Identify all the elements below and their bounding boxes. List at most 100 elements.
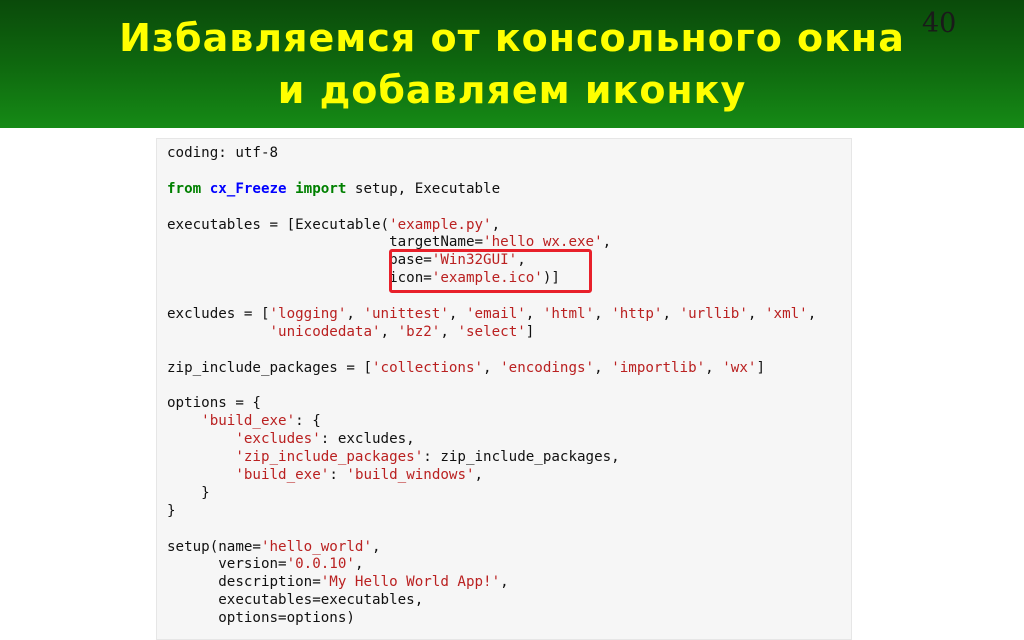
- code-line-16: 'build_exe': {: [167, 413, 816, 431]
- code-text: ,: [807, 306, 817, 323]
- code-text: ,: [747, 306, 765, 323]
- string-literal: 'zip_include_packages': [235, 449, 424, 466]
- string-literal: 'select': [457, 323, 526, 340]
- code-text: ,: [448, 306, 466, 323]
- keyword-import: import: [295, 180, 347, 197]
- slide-header: Избавляемся от консольного окна и добавл…: [0, 0, 1024, 128]
- string-literal: 'build_windows': [346, 467, 475, 484]
- string-literal: 'bz2': [397, 323, 441, 340]
- code-line-19: 'build_exe': 'build_windows',: [167, 467, 816, 485]
- code-text: executables=executables,: [167, 592, 424, 609]
- code-text: coding: utf-8: [167, 145, 279, 161]
- string-literal: 'build_exe': [201, 413, 296, 430]
- code-text: ,: [380, 323, 398, 340]
- code-text: executables = [Executable(: [167, 216, 390, 233]
- code-line-27: options=options): [167, 610, 816, 628]
- code-text: ,: [354, 556, 364, 573]
- code-text: setup, Executable: [346, 180, 501, 197]
- highlight-box: [389, 249, 592, 293]
- code-text: ,: [372, 538, 381, 555]
- string-literal: 'hello_world': [260, 538, 373, 555]
- code-text: ,: [705, 359, 723, 376]
- code-text: ,: [594, 306, 612, 323]
- code-line-10: excludes = ['logging', 'unittest', 'emai…: [167, 306, 816, 324]
- code-panel: coding: utf-8 from cx_Freeze import setu…: [156, 138, 852, 640]
- module-name: cx_Freeze: [209, 180, 287, 197]
- string-literal: 'logging': [269, 306, 347, 323]
- code-text: ,: [500, 574, 509, 591]
- page-number: 40: [922, 8, 957, 39]
- code-text: description=: [167, 574, 321, 591]
- code-line-5: executables = [Executable('example.py',: [167, 217, 816, 235]
- string-literal: 'importlib': [611, 359, 706, 376]
- code-text: ,: [602, 234, 612, 251]
- string-literal: 'wx': [722, 359, 757, 376]
- code-text: ]: [525, 323, 535, 340]
- code-line-26: executables=executables,: [167, 592, 816, 610]
- code-block: coding: utf-8 from cx_Freeze import setu…: [167, 145, 816, 628]
- string-literal: 'html': [542, 306, 595, 323]
- code-text: ,: [346, 306, 364, 323]
- code-line-1: coding: utf-8: [167, 145, 816, 163]
- code-text: ,: [440, 323, 458, 340]
- string-literal: 'encodings': [500, 359, 595, 376]
- code-text: : excludes,: [320, 431, 415, 448]
- slide-title-line-1: Избавляемся от консольного окна: [119, 16, 905, 60]
- code-line-20: }: [167, 485, 816, 503]
- string-literal: '0.0.10': [286, 556, 355, 573]
- code-text: options = {: [167, 395, 261, 412]
- code-line-15: options = {: [167, 395, 816, 413]
- code-text: version=: [167, 556, 287, 573]
- slide-title-line-2: и добавляем иконку: [277, 68, 747, 112]
- code-text: excludes = [: [167, 306, 270, 323]
- code-text: ,: [525, 306, 543, 323]
- code-line-21: }: [167, 503, 816, 521]
- code-text: ,: [474, 467, 484, 484]
- code-text: ,: [662, 306, 680, 323]
- keyword-from: from: [167, 180, 202, 197]
- code-line-17: 'excludes': excludes,: [167, 431, 816, 449]
- code-text: zip_include_packages = [: [167, 359, 372, 376]
- string-literal: 'urllib': [679, 306, 748, 323]
- code-text: options=options): [167, 610, 355, 627]
- string-literal: 'xml': [765, 306, 808, 323]
- code-line-3: from cx_Freeze import setup, Executable: [167, 181, 816, 199]
- string-literal: 'collections': [372, 359, 484, 376]
- code-text: }: [167, 484, 210, 501]
- code-text: :: [329, 467, 347, 484]
- code-line-18: 'zip_include_packages': zip_include_pack…: [167, 449, 816, 467]
- code-line-23: setup(name='hello_world',: [167, 539, 816, 557]
- string-literal: 'My Hello World App!': [320, 574, 501, 591]
- code-line-24: version='0.0.10',: [167, 556, 816, 574]
- code-text: ,: [594, 359, 612, 376]
- code-line-11: 'unicodedata', 'bz2', 'select']: [167, 324, 816, 342]
- string-literal: 'unittest': [363, 306, 449, 323]
- string-literal: 'build_exe': [235, 467, 330, 484]
- code-line-25: description='My Hello World App!',: [167, 574, 816, 592]
- code-text: : zip_include_packages,: [423, 449, 620, 466]
- code-line-13: zip_include_packages = ['collections', '…: [167, 360, 816, 378]
- code-text: : {: [295, 413, 321, 430]
- code-text: ]: [756, 359, 765, 376]
- code-text: ,: [491, 216, 501, 233]
- string-literal: 'example.py': [389, 216, 492, 233]
- slide-title: Избавляемся от консольного окна и добавл…: [0, 12, 1024, 116]
- string-literal: 'email': [465, 306, 526, 323]
- string-literal: 'excludes': [235, 431, 321, 448]
- code-text: setup(name=: [167, 538, 261, 555]
- string-literal: 'http': [611, 306, 663, 323]
- string-literal: 'unicodedata': [269, 323, 381, 340]
- code-text: ,: [483, 359, 501, 376]
